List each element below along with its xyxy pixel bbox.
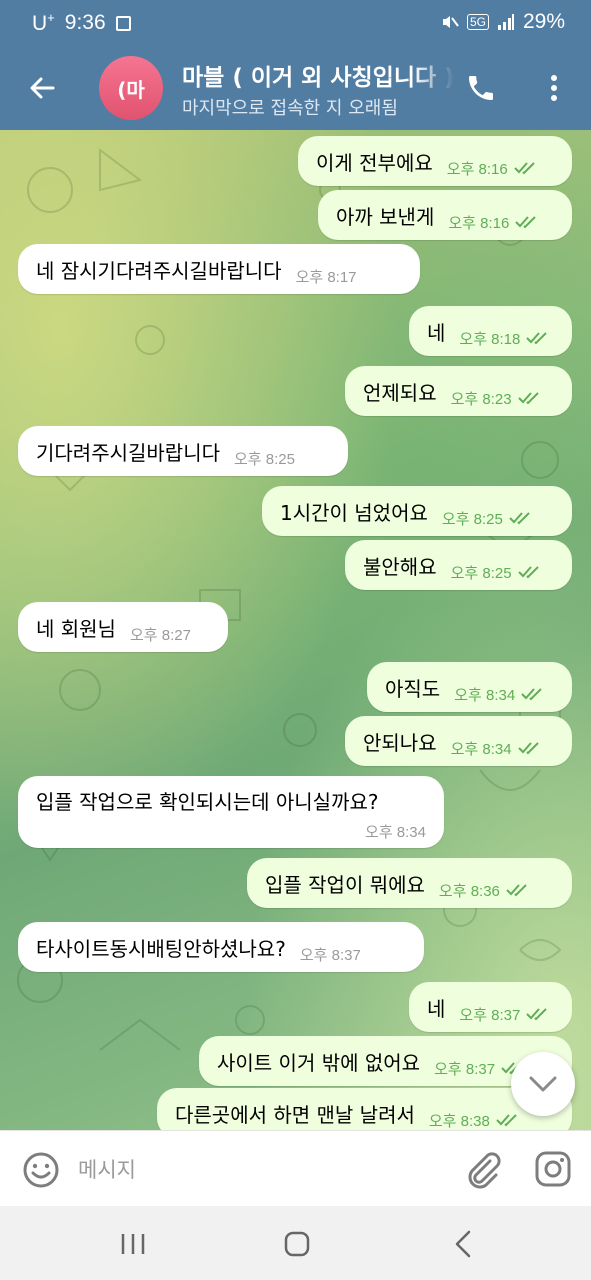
- message-bubble-incoming[interactable]: 네 회원님 오후 8:27: [18, 602, 228, 652]
- double-check-icon: [517, 566, 539, 579]
- status-time: 9:36: [64, 11, 106, 34]
- message-bubble-outgoing[interactable]: 네 오후 8:18: [409, 306, 572, 356]
- message-time: 오후 8:37: [434, 1060, 496, 1078]
- message-time: 오후 8:27: [129, 626, 191, 644]
- phone-icon: [469, 76, 493, 100]
- message-bubble-outgoing[interactable]: 언제되요 오후 8:23: [345, 366, 572, 416]
- double-check-icon: [509, 512, 530, 525]
- status-bar: U+ 9:36 5G 29%: [0, 0, 591, 46]
- camera-button[interactable]: [533, 1149, 573, 1189]
- signal-icon: [497, 14, 514, 30]
- paperclip-icon: [468, 1152, 501, 1189]
- message-time: 오후 8:25: [441, 510, 503, 528]
- message-time: 오후 8:16: [448, 214, 510, 232]
- message-text: 언제되요: [363, 380, 437, 405]
- message-bubble-incoming[interactable]: 타사이트동시배팅안하셨나요? 오후 8:37: [18, 922, 424, 972]
- message-text: 사이트 이거 밖에 없어요: [217, 1050, 421, 1075]
- battery-level: 29%: [522, 10, 565, 33]
- message-text: 불안해요: [363, 554, 437, 579]
- message-text: 이게 전부에요: [316, 150, 433, 175]
- network-badge: 5G: [466, 14, 489, 30]
- double-check-icon: [517, 392, 539, 405]
- message-bubble-outgoing[interactable]: 네 오후 8:37: [409, 982, 572, 1032]
- message-text: 타사이트동시배팅안하셨나요?: [36, 936, 286, 961]
- status-left: U+ 9:36: [32, 10, 131, 36]
- emoji-icon: [23, 1152, 59, 1188]
- back-chevron-icon: [455, 1230, 471, 1258]
- attach-button[interactable]: [462, 1149, 502, 1189]
- back-arrow-icon: [30, 77, 55, 99]
- message-time: 오후 8:25: [234, 450, 295, 468]
- scroll-to-bottom-button[interactable]: [511, 1052, 575, 1116]
- message-text: 다른곳에서 하면 맨날 날려서: [175, 1102, 415, 1127]
- back-button[interactable]: [20, 66, 64, 110]
- mute-icon: [442, 16, 459, 28]
- double-check-icon: [526, 1008, 548, 1021]
- message-time: 오후 8:17: [295, 268, 357, 286]
- avatar[interactable]: (마: [99, 56, 163, 120]
- call-button[interactable]: [459, 68, 503, 108]
- message-bubble-outgoing[interactable]: 다른곳에서 하면 맨날 날려서 오후 8:38: [157, 1088, 572, 1130]
- message-text: 기다려주시길바랍니다: [36, 440, 220, 465]
- chat-area[interactable]: 이게 전부에요 오후 8:16 아까 보낸게 오후 8:16 네 잠시기다려주시…: [0, 130, 591, 1130]
- message-bubble-outgoing[interactable]: 아직도 오후 8:34: [367, 662, 572, 712]
- message-bubble-incoming[interactable]: 네 잠시기다려주시길바랍니다 오후 8:17: [18, 244, 420, 294]
- home-icon: [284, 1231, 310, 1257]
- message-time: 오후 8:16: [446, 160, 508, 178]
- double-check-icon: [526, 332, 548, 345]
- recent-apps-icon: [121, 1234, 145, 1254]
- system-navigation-bar: [0, 1206, 591, 1280]
- message-text: 네: [427, 996, 446, 1021]
- message-text: 네 잠시기다려주시길바랍니다: [36, 258, 282, 283]
- recent-apps-button[interactable]: [108, 1224, 158, 1264]
- message-time: 오후 8:37: [299, 946, 361, 964]
- message-text: 네 회원님: [36, 616, 116, 641]
- message-bubble-incoming[interactable]: 입플 작업으로 확인되시는데 아니실까요? 오후 8:34: [18, 776, 444, 848]
- more-vert-icon: [551, 75, 557, 101]
- home-button[interactable]: [272, 1224, 322, 1264]
- message-time: 오후 8:36: [438, 882, 500, 900]
- double-check-icon: [506, 884, 527, 897]
- message-time: 오후 8:34: [450, 740, 512, 758]
- emoji-button[interactable]: [22, 1151, 60, 1189]
- message-time: 오후 8:34: [454, 686, 516, 704]
- message-text: 아직도: [385, 676, 441, 701]
- double-check-icon: [515, 216, 537, 229]
- gallery-notification-icon: [115, 15, 131, 31]
- message-time: 오후 8:34: [365, 824, 426, 841]
- double-check-icon: [514, 162, 535, 175]
- double-check-icon: [496, 1114, 517, 1127]
- last-seen-status: 마지막으로 접속한 지 오래됨: [182, 98, 398, 119]
- back-nav-button[interactable]: [438, 1224, 488, 1264]
- message-text: 안되나요: [363, 730, 437, 755]
- status-right: 5G 29%: [441, 10, 565, 34]
- double-check-icon: [521, 688, 542, 701]
- message-bubble-incoming[interactable]: 기다려주시길바랍니다 오후 8:25: [18, 426, 348, 476]
- message-bubble-outgoing[interactable]: 불안해요 오후 8:25: [345, 540, 572, 590]
- message-time: 오후 8:23: [450, 390, 512, 408]
- message-bubble-outgoing[interactable]: 입플 작업이 뭐에요 오후 8:36: [247, 858, 572, 908]
- message-text: 입플 작업으로 확인되시는데 아니실까요?: [36, 790, 379, 814]
- camera-icon: [535, 1151, 571, 1187]
- chat-title[interactable]: 마블 ( 이거 외 사칭입니다 ): [182, 58, 454, 92]
- message-time: 오후 8:25: [450, 564, 512, 582]
- message-text: 아까 보낸게: [336, 204, 435, 229]
- message-time: 오후 8:38: [428, 1112, 490, 1130]
- message-bubble-outgoing[interactable]: 안되나요 오후 8:34: [345, 716, 572, 766]
- message-bubble-outgoing[interactable]: 1시간이 넘었어요 오후 8:25: [262, 486, 572, 536]
- message-input[interactable]: [76, 1149, 440, 1191]
- message-text: 1시간이 넘었어요: [280, 500, 428, 525]
- chat-header: (마 마블 ( 이거 외 사칭입니다 ) 마지막으로 접속한 지 오래됨: [0, 46, 591, 130]
- double-check-icon: [517, 742, 539, 755]
- message-time: 오후 8:37: [459, 1006, 521, 1024]
- message-text: 네: [427, 320, 446, 345]
- message-bubble-outgoing[interactable]: 아까 보낸게 오후 8:16: [318, 190, 572, 240]
- message-time: 오후 8:18: [459, 330, 521, 348]
- more-button[interactable]: [534, 68, 574, 108]
- carrier-label: U+: [32, 10, 55, 35]
- message-input-bar: [0, 1130, 591, 1207]
- message-text: 입플 작업이 뭐에요: [265, 872, 425, 897]
- message-bubble-outgoing[interactable]: 이게 전부에요 오후 8:16: [298, 136, 572, 186]
- chevron-down-icon: [529, 1076, 557, 1092]
